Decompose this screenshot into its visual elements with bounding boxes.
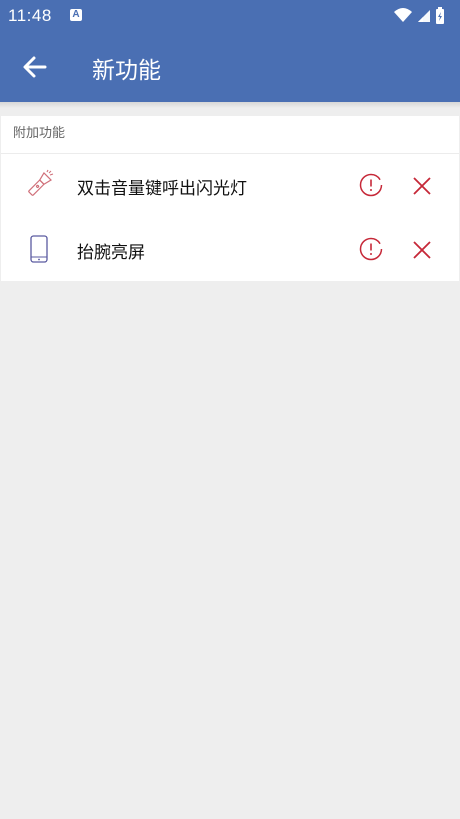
list-item-raise-wake[interactable]: 抬腕亮屏 [1,218,459,282]
page-title: 新功能 [92,58,161,84]
item-label: 双击音量键呼出闪光灯 [77,179,247,199]
notification-icon: A [70,9,82,21]
info-button[interactable] [357,235,385,263]
features-card: 附加功能 双击音量键呼出闪光灯 抬腕亮屏 [1,116,459,281]
arrow-left-icon [23,56,47,78]
status-time: 11:48 [8,6,52,25]
status-icons [394,7,444,24]
signal-icon [418,10,430,22]
app-bar: 新功能 [0,32,460,102]
flashlight-icon [28,169,54,196]
appbar-shadow [0,102,460,108]
phone-icon [30,235,48,263]
close-icon [413,177,431,195]
item-label: 抬腕亮屏 [77,243,145,263]
info-button[interactable] [357,171,385,199]
battery-icon [436,7,444,24]
wifi-icon [394,8,412,22]
info-icon [359,173,383,197]
remove-button[interactable] [409,173,435,199]
status-bar: 11:48 A [0,0,460,32]
remove-button[interactable] [409,237,435,263]
list-item-volume-flashlight[interactable]: 双击音量键呼出闪光灯 [1,154,459,218]
close-icon [413,241,431,259]
info-icon [359,237,383,261]
back-button[interactable] [16,47,56,87]
section-header: 附加功能 [1,116,459,154]
